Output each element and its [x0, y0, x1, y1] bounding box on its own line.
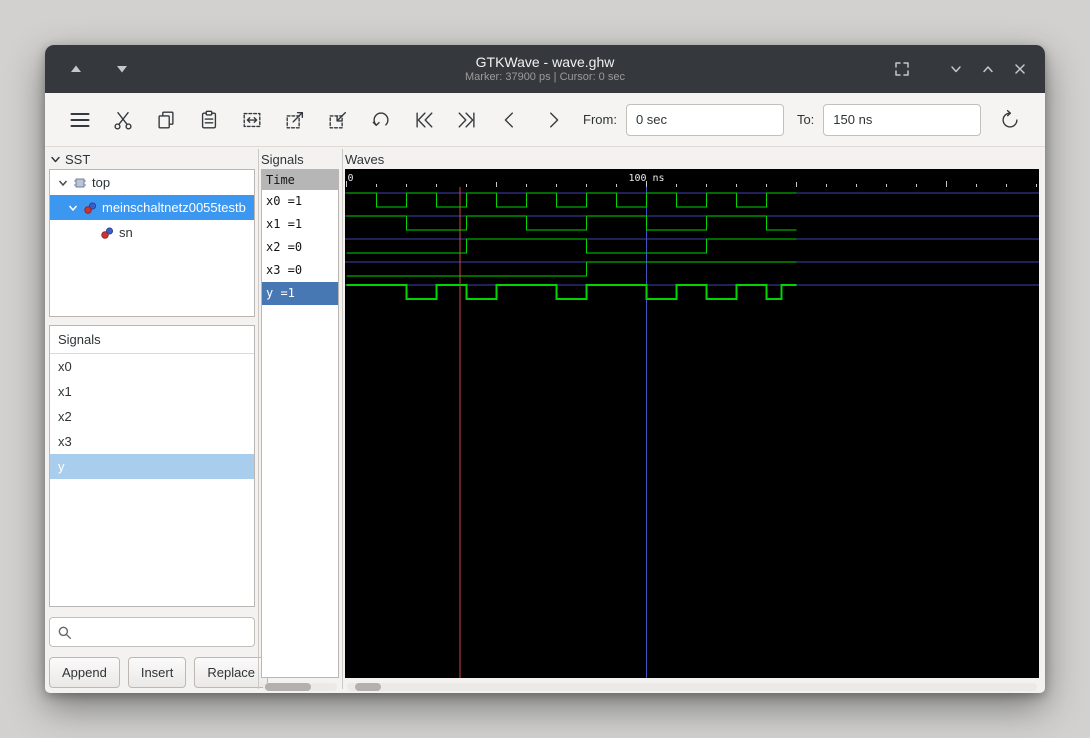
list-item-y[interactable]: y [50, 454, 254, 479]
gtkwave-window: GTKWave - wave.ghw Marker: 37900 ps | Cu… [45, 45, 1045, 693]
list-item-x0[interactable]: x0 [50, 354, 254, 379]
window-status: Marker: 37900 ps | Cursor: 0 sec [465, 71, 625, 83]
instance-icon [101, 227, 113, 239]
insert-button[interactable]: Insert [127, 657, 187, 688]
main-area: SST top meinschaltnetz0055testb sn Signa… [45, 147, 1045, 693]
signal-row-y[interactable]: y =1 [262, 282, 338, 305]
names-hscrollbar[interactable] [263, 683, 337, 691]
skip-to-end-icon[interactable] [450, 103, 484, 137]
titlebar[interactable]: GTKWave - wave.ghw Marker: 37900 ps | Cu… [45, 45, 1045, 93]
signal-names-list: Time x0 =1 x1 =1 x2 =0 x3 =0 y =1 [261, 169, 339, 678]
left-splitter[interactable] [255, 149, 261, 693]
signal-row-x1[interactable]: x1 =1 [262, 213, 338, 236]
signals-chooser-header: Signals [50, 326, 254, 354]
collapse-chevron-icon [51, 156, 60, 162]
list-item-x3[interactable]: x3 [50, 429, 254, 454]
to-label: To: [796, 112, 815, 127]
undo-icon[interactable] [364, 103, 398, 137]
module-icon [74, 178, 86, 187]
copy-icon[interactable] [149, 103, 183, 137]
from-input[interactable] [625, 103, 784, 136]
svg-text:100 ns: 100 ns [628, 173, 664, 184]
expander-icon[interactable] [68, 203, 78, 213]
time-header: Time [262, 170, 338, 190]
signals-panel-label: Signals [261, 151, 304, 167]
waves-panel-label: Waves [345, 151, 385, 167]
zoom-fit-icon[interactable] [235, 103, 269, 137]
to-input[interactable] [823, 103, 982, 136]
signal-row-x3[interactable]: x3 =0 [262, 259, 338, 282]
tree-node-testbench[interactable]: meinschaltnetz0055testb [50, 195, 254, 220]
signals-chooser-list: x0 x1 x2 x3 y [50, 354, 254, 479]
cut-icon[interactable] [106, 103, 140, 137]
paste-icon[interactable] [192, 103, 226, 137]
signal-names-panel: Signals Time x0 =1 x1 =1 x2 =0 x3 =0 y =… [261, 149, 339, 693]
from-label: From: [583, 112, 617, 127]
maximize-icon[interactable] [975, 56, 1001, 82]
sst-tree: top meinschaltnetz0055testb sn [49, 169, 255, 317]
svg-text:0: 0 [348, 173, 354, 184]
zoom-in-icon[interactable] [278, 103, 312, 137]
append-button[interactable]: Append [49, 657, 120, 688]
step-forward-icon[interactable] [536, 103, 570, 137]
minimize-icon[interactable] [943, 56, 969, 82]
menu-icon[interactable] [63, 103, 97, 137]
toolbar: From: To: [45, 93, 1045, 147]
skip-to-start-icon[interactable] [407, 103, 441, 137]
signals-chooser-frame: Signals x0 x1 x2 x3 y [49, 325, 255, 607]
close-icon[interactable] [1007, 56, 1033, 82]
chooser-buttons: Append Insert Replace [49, 657, 269, 693]
tree-node-top[interactable]: top [50, 170, 254, 195]
tree-node-sn[interactable]: sn [50, 220, 254, 245]
instance-icon [84, 202, 96, 214]
waves-panel: Waves 0 100 ns [345, 149, 1041, 693]
shade-down-icon[interactable] [109, 56, 135, 82]
window-title: GTKWave - wave.ghw [475, 54, 615, 70]
wave-hscrollbar[interactable] [347, 683, 1037, 691]
search-icon [58, 626, 72, 639]
step-back-icon[interactable] [493, 103, 527, 137]
fullscreen-icon[interactable] [889, 56, 915, 82]
list-item-x2[interactable]: x2 [50, 404, 254, 429]
wave-canvas[interactable]: 0 100 ns [345, 169, 1039, 678]
signal-row-x2[interactable]: x2 =0 [262, 236, 338, 259]
shade-up-icon[interactable] [63, 56, 89, 82]
tree-node-label: sn [119, 225, 133, 240]
sst-panel: SST top meinschaltnetz0055testb sn Signa… [49, 149, 269, 693]
reload-icon[interactable] [993, 103, 1027, 137]
signal-row-x0[interactable]: x0 =1 [262, 190, 338, 213]
sst-header-label: SST [65, 151, 91, 167]
list-item-x1[interactable]: x1 [50, 379, 254, 404]
signal-search-input[interactable] [77, 623, 247, 641]
wave-hscrollbar-thumb[interactable] [355, 683, 381, 691]
names-hscrollbar-thumb[interactable] [265, 683, 311, 691]
tree-node-label: top [92, 175, 111, 190]
sst-header[interactable]: SST [49, 149, 255, 169]
tree-node-label: meinschaltnetz0055testb [102, 200, 246, 215]
zoom-out-icon[interactable] [321, 103, 355, 137]
expander-icon[interactable] [58, 178, 68, 188]
signal-search-box[interactable] [49, 617, 255, 647]
